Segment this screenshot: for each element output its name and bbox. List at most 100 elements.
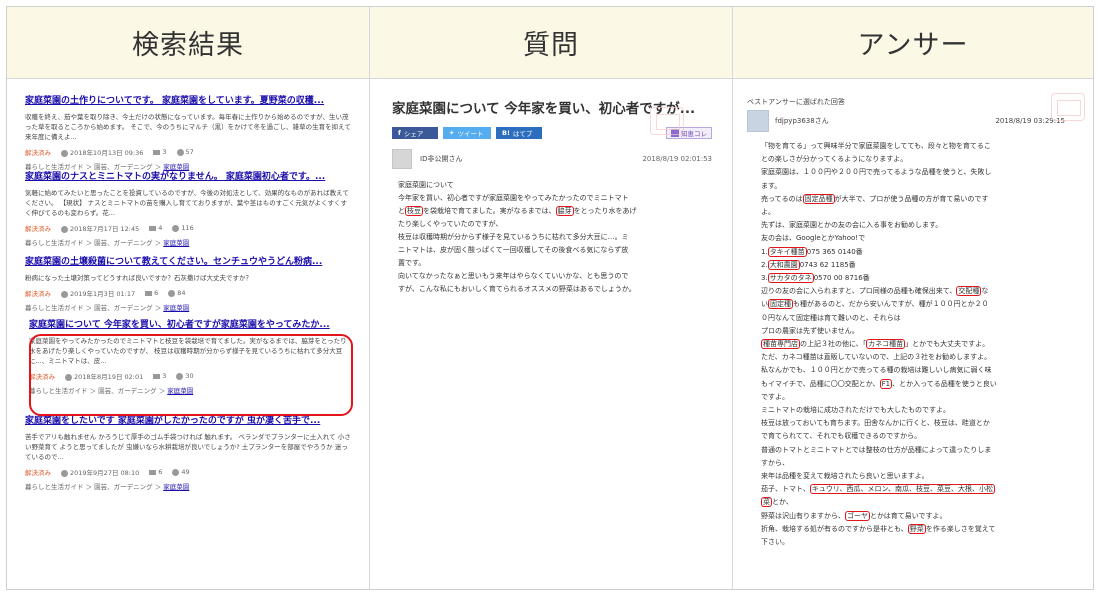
hatena-share-button[interactable]: B! はてブ xyxy=(496,127,542,139)
result-snippet: 粉病になった土壌対策ってどうすれば良いですか？石灰撒けば大丈夫ですか？ xyxy=(25,274,252,282)
answer-line: 下さい。 xyxy=(761,538,789,547)
avatar xyxy=(392,149,412,169)
answer-line: 来年は品種を変えて栽培されたら良いと思いますよ。 xyxy=(761,472,929,481)
answer-line: 友の会は、GoogleとかYahoo!で xyxy=(761,234,866,243)
category-link[interactable]: 家庭菜園 xyxy=(163,483,189,491)
clock-icon xyxy=(61,290,68,298)
status-badge: 解決済み xyxy=(25,290,51,298)
result-category: 暮らしと生活ガイド ＞ 園芸、ガーデニング ＞ 家庭菜園 xyxy=(25,237,353,247)
question-line: ニトマトは、皮が固く酸っぱくて一回収穫してその後食べる気にならず放 xyxy=(398,246,629,254)
answer-line: 「物を育てる」って興味半分で家庭菜園をしてても、段々と物を育てるこ xyxy=(761,142,991,150)
view-count: 116 xyxy=(181,224,194,232)
result-snippet: 苦手でアリも触れません かろうじて厚手のゴム手袋つければ 触れます。 ベランダで… xyxy=(25,433,351,461)
watermark-stamp xyxy=(1051,93,1085,121)
text-fragment: を作る楽しさを覚えて xyxy=(925,524,996,533)
result-category: 暮らしと生活ガイド ＞ 園芸、ガーデニング ＞ 家庭菜園 xyxy=(25,161,353,171)
answer-count: 3 xyxy=(162,148,167,156)
answer-line: プロの農家は先ず使いません。 xyxy=(761,326,859,335)
question-line: 今年家を買い、初心者ですが家庭菜園をやってみたかったのでミニトマト xyxy=(398,194,629,202)
views-meta: 116 xyxy=(172,224,194,232)
answer-body: 「物を育てる」って興味半分で家庭菜園をしてても、段々と物を育てるこ との楽しさが… xyxy=(747,140,1081,549)
eye-icon xyxy=(168,289,176,297)
twitter-icon: ✦ xyxy=(449,129,455,137)
answer-line: ０円なんて固定種は育て難いのと、それらは xyxy=(761,313,901,322)
highlighted-term: カネコ種苗 xyxy=(866,339,906,350)
answers-meta: 6 xyxy=(149,468,162,476)
views-meta: 57 xyxy=(176,148,194,156)
answer-header: アンサー xyxy=(733,7,1093,79)
answer-line: 茄子、トマト、 キュウリ、西瓜、メロン、南瓜、枝豆、菜豆、大根、小松 xyxy=(761,483,1081,496)
category-path: 暮らしと生活ガイド ＞ 園芸、ガーデニング ＞ xyxy=(25,483,164,491)
question-line: と枝豆 を袋栽培で育てました。実がなるまでは、 脇芽 をとったり水をあげ xyxy=(398,205,718,218)
highlighted-term: タキイ種苗 xyxy=(767,246,807,257)
result-category: 暮らしと生活ガイド ＞ 園芸、ガーデニング ＞ 家庭菜園 xyxy=(25,302,353,312)
highlighted-term: 交配種 xyxy=(956,286,982,297)
text-fragment: とかは育て易いですよ。 xyxy=(870,511,947,520)
highlighted-term: サカタのタネ xyxy=(767,273,814,284)
result-item: 家庭菜園の土壌殺菌について教えてください。センチュウやうどん粉病... 粉病にな… xyxy=(25,256,353,312)
highlighted-term: 大和農園 xyxy=(767,259,800,270)
result-meta: 解決済み 2018年7月17日 12:45 4 116 xyxy=(25,223,353,233)
answer-line: 野菜は沢山有りますから、 ゴーヤ とかは育て易いですよ。 xyxy=(761,510,1081,523)
highlighted-term: ゴーヤ xyxy=(845,510,870,521)
answer-count: 4 xyxy=(158,224,163,232)
search-results-column: 検索結果 家庭菜園の土作りについてです。 家庭菜園をしています。夏野菜の収穫..… xyxy=(7,7,370,589)
comment-icon xyxy=(149,469,157,475)
result-item: 家庭菜園をしたいです 家庭菜園がしたかったのですが 虫が凄く苦手で... 苦手で… xyxy=(25,415,353,491)
facebook-share-button[interactable]: f シェア xyxy=(392,127,438,139)
answer-line: 枝豆は放っておいても育ちます。田舎なんかに行くと、枝豆は、畦道とか xyxy=(761,419,990,428)
question-line: 枝豆は収穫時期が分からず様子を見ているうちに枯れて多分大豆に…。ミ xyxy=(398,233,629,241)
category-link[interactable]: 家庭菜園 xyxy=(163,163,189,171)
highlighted-term: 菜 xyxy=(761,497,772,508)
text-fragment: の上記３社の他に、「 xyxy=(800,340,867,349)
facebook-share-label: シェア xyxy=(403,130,424,138)
answer-line: 家庭菜園は、１００円や２００円で売ってるような品種を使うと、失敗し xyxy=(761,168,992,177)
highlighted-term: 脇芽 xyxy=(555,206,574,216)
text-fragment: 075 365 0140番 xyxy=(806,247,863,256)
result-snippet: 気軽に始めてみたいと思ったことを投資しているのですが、今後の対処法として、効果的… xyxy=(25,189,349,217)
highlighted-term: F1 xyxy=(879,378,893,389)
status-badge: 解決済み xyxy=(25,469,51,477)
result-title-link[interactable]: 家庭菜園の土作りについてです。 家庭菜園をしています。夏野菜の収穫... xyxy=(25,95,353,108)
answer-line: すから、 xyxy=(761,458,789,467)
eye-icon xyxy=(172,468,180,476)
date-meta: 2018年10月13日 09:36 xyxy=(61,147,143,157)
text-fragment: 茄子、トマト、 xyxy=(761,485,810,494)
result-date: 2018年10月13日 09:36 xyxy=(70,149,144,157)
views-meta: 84 xyxy=(168,289,186,297)
result-title-link[interactable]: 家庭菜園の土壌殺菌について教えてください。センチュウやうどん粉病... xyxy=(25,256,353,269)
date-meta: 2018年7月17日 12:45 xyxy=(61,223,139,233)
answer-panel: ベストアンサーに選ばれた回答 fdjpyp3638さん 2018/8/19 03… xyxy=(733,79,1093,549)
text-fragment: な xyxy=(981,287,989,296)
result-title-link[interactable]: 家庭菜園をしたいです 家庭菜園がしたかったのですが 虫が凄く苦手で... xyxy=(25,415,353,428)
text-fragment: 3. xyxy=(761,274,768,283)
highlighted-term: 固定品種 xyxy=(802,193,835,204)
category-link[interactable]: 家庭菜園 xyxy=(163,239,189,247)
clock-icon xyxy=(61,469,68,477)
highlighted-term: 種苗専門店 xyxy=(761,339,800,350)
hatena-icon: B! xyxy=(502,129,510,137)
watermark-stamp xyxy=(650,107,684,135)
answer-line: よ。 xyxy=(761,208,775,217)
question-line: たり楽しくやっていたのですが、 xyxy=(398,220,503,228)
category-link[interactable]: 家庭菜園 xyxy=(163,304,189,312)
answer-line: ただ、カネコ種苗は直販していないので、上記の３社をお勧めしますよ。 xyxy=(761,353,992,362)
result-title-link[interactable]: 家庭菜園について 今年家を買い、初心者ですが家庭菜園をやってみたか... xyxy=(29,319,349,332)
status-badge: 解決済み xyxy=(25,225,51,233)
facebook-icon: f xyxy=(398,129,401,137)
twitter-share-button[interactable]: ✦ ツイート xyxy=(443,127,491,139)
result-title-link[interactable]: 家庭菜園のナスとミニトマトの実がなりません。 家庭菜園初心者です。... xyxy=(25,171,353,184)
result-date: 2019年1月3日 01:17 xyxy=(70,290,136,298)
question-author: ID非公開さん 2018/8/19 02:01:53 xyxy=(392,149,718,169)
result-snippet: 収穫を終え、茄や葉を取り除き、今土だけの状態になっています。毎年春に土作りから始… xyxy=(25,113,351,141)
text-fragment: が大半で、プロが使う品種の方が育て易いのです xyxy=(834,194,989,203)
comparison-panel: 検索結果 家庭菜園の土作りについてです。 家庭菜園をしています。夏野菜の収穫..… xyxy=(6,6,1094,590)
eye-icon xyxy=(172,224,180,232)
search-results-header: 検索結果 xyxy=(7,7,369,79)
category-path: 暮らしと生活ガイド ＞ 園芸、ガーデニング ＞ xyxy=(25,304,164,312)
views-meta: 49 xyxy=(172,468,190,476)
answer-line: い固定種 も種があるのと、だから安いんですが、種が１００円とか２０ xyxy=(761,298,1081,311)
answer-line: 辺りの友の会に入られますと、プロ同様の品種も確保出来て、 交配種な xyxy=(761,285,1081,298)
text-fragment: 折角、栽培する処が有るのですから是非とも、 xyxy=(761,524,908,533)
answer-user-name[interactable]: fdjpyp3638さん xyxy=(775,116,829,126)
